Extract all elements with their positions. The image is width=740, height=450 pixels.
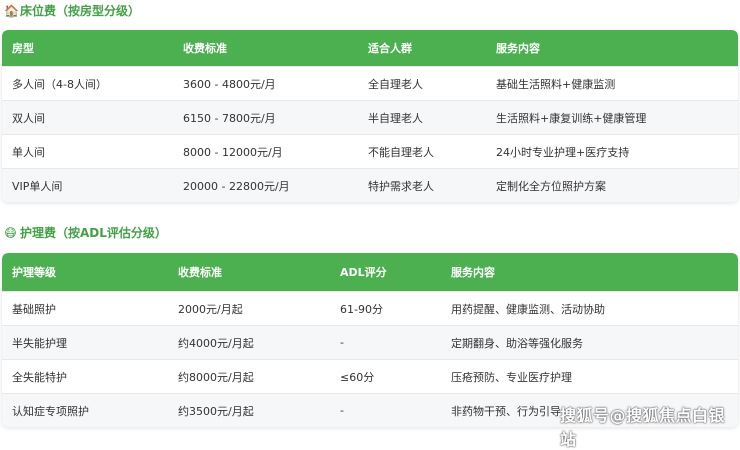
column-header: ADL评分 — [340, 266, 387, 279]
table-cell: 双人间 — [12, 111, 45, 125]
table-row: VIP单人间 20000 - 22800元/月 特护需求老人 定制化全方位照护方案 — [2, 168, 738, 202]
table-cell: 3600 - 4800元/月 — [183, 77, 276, 91]
table-cell: 全失能特护 — [12, 370, 67, 384]
table-row: 基础照护 2000元/月起 61-90分 用药提醒、健康监测、活动协助 — [2, 291, 738, 325]
table-cell: 特护需求老人 — [368, 179, 434, 193]
section2-title: 😷 护理费（按ADL评估分级） — [4, 225, 167, 241]
table-row: 全失能特护 约8000元/月起 ≤60分 压疮预防、专业医疗护理 — [2, 359, 738, 393]
table-cell: - — [340, 404, 344, 417]
table-cell: 基础照护 — [12, 302, 56, 316]
bed-fee-table: 房型 收费标准 适合人群 服务内容多人间（4-8人间） 3600 - 4800元/月 全自… — [2, 30, 738, 202]
table-cell: ≤60分 — [340, 370, 375, 384]
column-header: 护理等级 — [12, 266, 56, 279]
table-cell: 约3500元/月起 — [178, 404, 254, 418]
house-icon: 🏠 — [4, 3, 19, 18]
table-header: 房型 收费标准 适合人群 服务内容 — [2, 30, 738, 66]
section1-title: 🏠 床位费（按房型分级） — [4, 3, 141, 19]
care-fee-table: 护理等级 收费标准 ADL评分 服务内容基础照护 2000元/月起 61-90分 用药提醒、… — [2, 253, 738, 427]
table-cell: 非药物干预、行为引导 — [451, 404, 561, 418]
table-cell: VIP单人间 — [12, 179, 63, 193]
table-cell: 半失能护理 — [12, 336, 67, 350]
column-header: 收费标准 — [178, 266, 222, 279]
table-cell: 全自理老人 — [368, 77, 423, 91]
table-cell: 压疮预防、专业医疗护理 — [451, 370, 572, 384]
table-row: 半失能护理 约4000元/月起 - 定期翻身、助浴等强化服务 — [2, 325, 738, 359]
table-cell: 20000 - 22800元/月 — [183, 179, 290, 193]
table-cell: 24小时专业护理+医疗支持 — [496, 145, 630, 159]
watermark: 搜狐号@搜狐焦点白银站 — [560, 406, 726, 449]
table-cell: 多人间（4-8人间） — [12, 77, 107, 91]
column-header: 服务内容 — [496, 42, 540, 55]
table-cell: 单人间 — [12, 145, 45, 159]
table-cell: 约8000元/月起 — [178, 370, 254, 384]
table-row: 单人间 8000 - 12000元/月 不能自理老人 24小时专业护理+医疗支持 — [2, 134, 738, 168]
table-cell: - — [340, 336, 344, 349]
table-cell: 2000元/月起 — [178, 302, 243, 316]
table-cell: 生活照料+康复训练+健康管理 — [496, 111, 647, 125]
table-cell: 不能自理老人 — [368, 145, 434, 159]
table-cell: 定期翻身、助浴等强化服务 — [451, 336, 583, 350]
table-cell: 基础生活照料+健康监测 — [496, 77, 616, 91]
table-row: 多人间（4-8人间） 3600 - 4800元/月 全自理老人 基础生活照料+健康监测 — [2, 66, 738, 100]
column-header: 收费标准 — [183, 42, 227, 55]
table-cell: 认知症专项照护 — [12, 404, 89, 418]
table-cell: 6150 - 7800元/月 — [183, 111, 276, 125]
table-cell: 定制化全方位照护方案 — [496, 179, 606, 193]
table-cell: 用药提醒、健康监测、活动协助 — [451, 302, 605, 316]
table-cell: 8000 - 12000元/月 — [183, 145, 283, 159]
column-header: 房型 — [12, 42, 34, 55]
table-cell: 半自理老人 — [368, 111, 423, 125]
nurse-face-icon: 😷 — [4, 225, 17, 240]
table-cell: 约4000元/月起 — [178, 336, 254, 350]
table-cell: 61-90分 — [340, 302, 383, 316]
column-header: 服务内容 — [451, 266, 495, 279]
column-header: 适合人群 — [368, 42, 412, 55]
table-header: 护理等级 收费标准 ADL评分 服务内容 — [2, 253, 738, 291]
table-row: 双人间 6150 - 7800元/月 半自理老人 生活照料+康复训练+健康管理 — [2, 100, 738, 134]
